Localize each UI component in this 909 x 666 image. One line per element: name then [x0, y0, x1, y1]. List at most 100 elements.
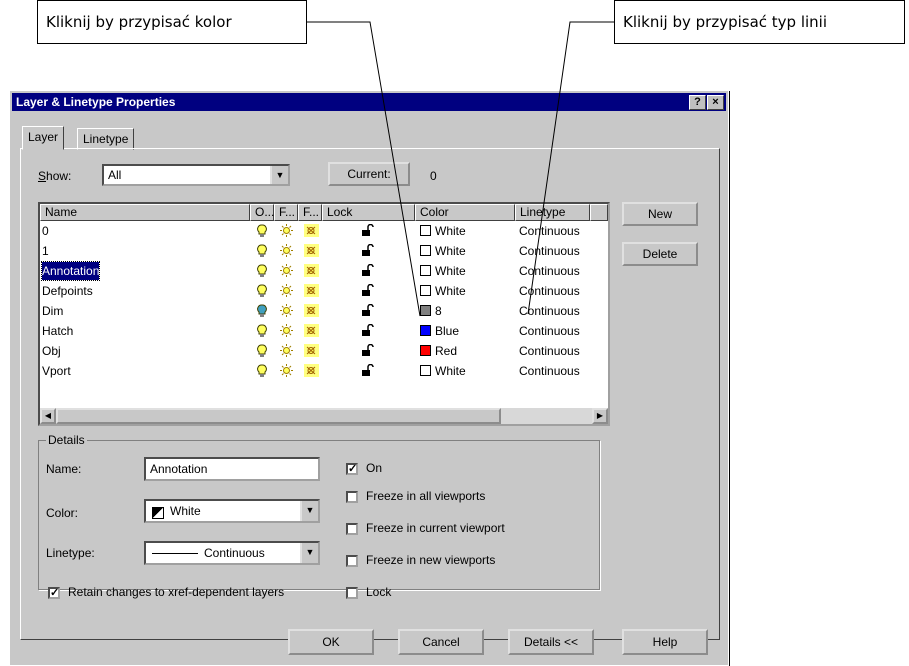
sun-icon[interactable]: [280, 304, 293, 317]
layer-list[interactable]: Name O... F... F... Lock Color Linetype …: [38, 202, 610, 426]
sun-icon[interactable]: [280, 364, 293, 377]
layer-row[interactable]: Annotation White Continuous: [40, 261, 608, 281]
bulb-icon[interactable]: [257, 364, 267, 378]
current-button[interactable]: Current:: [328, 162, 410, 186]
show-dropdown[interactable]: All ▼: [102, 164, 290, 186]
freeze-current-checkbox[interactable]: [346, 523, 358, 535]
bulb-icon[interactable]: [257, 264, 267, 278]
column-header-freeze-current[interactable]: F...: [298, 204, 322, 221]
layer-row[interactable]: Vport White Continuous: [40, 361, 608, 381]
chevron-down-icon[interactable]: ▼: [270, 166, 288, 184]
scroll-thumb[interactable]: [56, 408, 501, 424]
layer-color[interactable]: Blue: [420, 322, 459, 340]
layer-name[interactable]: 0: [42, 222, 49, 240]
layer-linetype[interactable]: Continuous: [519, 222, 580, 240]
column-header-on[interactable]: O...: [250, 204, 274, 221]
layer-name[interactable]: Dim: [42, 302, 63, 320]
layer-row[interactable]: Hatch Blue Continuous: [40, 321, 608, 341]
lock-icon[interactable]: [362, 324, 374, 337]
layer-linetype[interactable]: Continuous: [519, 262, 580, 280]
freeze-viewport-icon[interactable]: [304, 324, 319, 337]
layer-linetype[interactable]: Continuous: [519, 242, 580, 260]
layer-color[interactable]: 8: [420, 302, 442, 320]
layer-color[interactable]: White: [420, 242, 466, 260]
layer-name[interactable]: Vport: [42, 362, 71, 380]
freeze-viewport-icon[interactable]: [304, 264, 319, 277]
close-button[interactable]: ×: [707, 95, 724, 110]
freeze-viewport-icon[interactable]: [304, 344, 319, 357]
lock-icon[interactable]: [362, 264, 374, 277]
cancel-button[interactable]: Cancel: [398, 629, 484, 655]
help-question-button[interactable]: ?: [689, 95, 706, 110]
bulb-icon[interactable]: [257, 304, 267, 318]
layer-color[interactable]: White: [420, 262, 466, 280]
lock-icon[interactable]: [362, 244, 374, 257]
color-dropdown[interactable]: White ▼: [144, 499, 320, 523]
freeze-viewport-icon[interactable]: [304, 244, 319, 257]
bulb-icon[interactable]: [257, 324, 267, 338]
freeze-viewport-icon[interactable]: [304, 284, 319, 297]
layer-linetype[interactable]: Continuous: [519, 362, 580, 380]
name-field[interactable]: Annotation: [144, 457, 320, 481]
layer-name[interactable]: Defpoints: [42, 282, 93, 300]
sun-icon[interactable]: [280, 284, 293, 297]
layer-color[interactable]: White: [420, 282, 466, 300]
layer-name[interactable]: Obj: [42, 342, 61, 360]
column-header-color[interactable]: Color: [415, 204, 515, 221]
lock-icon[interactable]: [362, 304, 374, 317]
horizontal-scrollbar[interactable]: ◀ ▶: [40, 408, 608, 424]
scroll-right-icon[interactable]: ▶: [592, 408, 608, 424]
new-button[interactable]: New: [622, 202, 698, 226]
bulb-icon[interactable]: [257, 344, 267, 358]
chevron-down-icon[interactable]: ▼: [300, 501, 318, 521]
freeze-new-checkbox[interactable]: [346, 555, 358, 567]
bulb-icon[interactable]: [257, 224, 267, 238]
lock-icon[interactable]: [362, 284, 374, 297]
bulb-icon[interactable]: [257, 284, 267, 298]
tab-layer[interactable]: Layer: [22, 126, 65, 150]
layer-row[interactable]: 0 White Continuous: [40, 221, 608, 241]
freeze-viewport-icon[interactable]: [304, 224, 319, 237]
layer-row[interactable]: Dim 8 Continuous: [40, 301, 608, 321]
lock-icon[interactable]: [362, 364, 374, 377]
lock-icon[interactable]: [362, 224, 374, 237]
layer-color[interactable]: White: [420, 222, 466, 240]
linetype-dropdown[interactable]: Continuous ▼: [144, 541, 320, 565]
layer-name[interactable]: Annotation: [40, 261, 101, 281]
freeze-viewport-icon[interactable]: [304, 364, 319, 377]
sun-icon[interactable]: [280, 244, 293, 257]
layer-color[interactable]: Red: [420, 342, 457, 360]
ok-button[interactable]: OK: [288, 629, 374, 655]
column-header-freeze-all[interactable]: F...: [274, 204, 298, 221]
layer-linetype[interactable]: Continuous: [519, 282, 580, 300]
layer-row[interactable]: Obj Red Continuous: [40, 341, 608, 361]
freeze-all-checkbox[interactable]: [346, 491, 358, 503]
lock-checkbox[interactable]: [346, 587, 358, 599]
scroll-left-icon[interactable]: ◀: [40, 408, 56, 424]
sun-icon[interactable]: [280, 264, 293, 277]
sun-icon[interactable]: [280, 344, 293, 357]
layer-linetype[interactable]: Continuous: [519, 342, 580, 360]
layer-row[interactable]: 1 White Continuous: [40, 241, 608, 261]
lock-icon[interactable]: [362, 344, 374, 357]
column-header-lock[interactable]: Lock: [322, 204, 415, 221]
bulb-icon[interactable]: [257, 244, 267, 258]
chevron-down-icon[interactable]: ▼: [300, 543, 318, 563]
column-header-linetype[interactable]: Linetype: [515, 204, 590, 221]
layer-name[interactable]: Hatch: [42, 322, 73, 340]
tab-linetype[interactable]: Linetype: [77, 128, 135, 150]
sun-icon[interactable]: [280, 224, 293, 237]
details-toggle-button[interactable]: Details <<: [508, 629, 594, 655]
column-header-name[interactable]: Name: [40, 204, 250, 221]
delete-button[interactable]: Delete: [622, 242, 698, 266]
layer-row[interactable]: Defpoints White Continuous: [40, 281, 608, 301]
sun-icon[interactable]: [280, 324, 293, 337]
layer-linetype[interactable]: Continuous: [519, 302, 580, 320]
on-checkbox[interactable]: ✓: [346, 463, 358, 475]
layer-name[interactable]: 1: [42, 242, 49, 260]
layer-linetype[interactable]: Continuous: [519, 322, 580, 340]
help-button[interactable]: Help: [622, 629, 708, 655]
freeze-viewport-icon[interactable]: [304, 304, 319, 317]
retain-checkbox[interactable]: ✓: [48, 587, 60, 599]
layer-color[interactable]: White: [420, 362, 466, 380]
